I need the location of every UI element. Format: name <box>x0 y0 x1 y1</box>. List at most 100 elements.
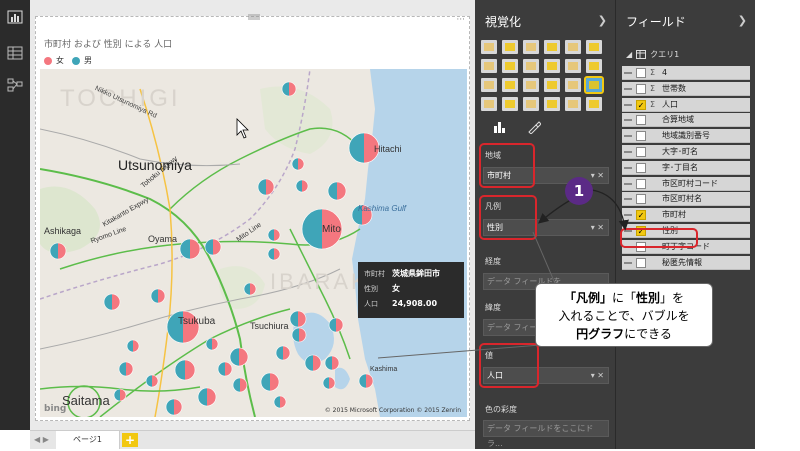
drag-grip-icon[interactable] <box>624 87 632 90</box>
stacked-column-visual-icon[interactable] <box>502 40 518 54</box>
pie-bubble[interactable] <box>49 242 67 260</box>
clustered-bar-visual-icon[interactable] <box>523 40 539 54</box>
pie-bubble[interactable] <box>174 359 196 381</box>
pie-bubble[interactable] <box>179 238 201 260</box>
map-visual-icon[interactable] <box>584 76 604 94</box>
remove-field-icon[interactable]: ▾ ✕ <box>591 220 604 235</box>
pie-bubble[interactable] <box>324 355 340 371</box>
drag-grip-icon[interactable] <box>624 119 632 122</box>
page-nav-arrows-icon[interactable]: ◀ ▶ <box>34 435 49 444</box>
pie-bubble[interactable] <box>243 282 257 296</box>
remove-field-icon[interactable]: ▾ ✕ <box>591 168 604 183</box>
drag-grip-icon[interactable] <box>624 198 632 201</box>
pie-bubble[interactable] <box>205 337 219 351</box>
field-checkbox[interactable] <box>636 194 646 205</box>
table-visual-icon[interactable] <box>565 97 581 111</box>
field-checkbox[interactable] <box>636 115 646 126</box>
map-visual[interactable]: ··· 市町村 および 性別 による 人口 女 男 TOCHIGI Nikko … <box>35 14 470 421</box>
field-checkbox[interactable] <box>636 257 646 268</box>
field-item[interactable]: ✓ 市町村 <box>622 208 750 223</box>
pie-bubble[interactable] <box>358 373 374 389</box>
multi-card-visual-icon[interactable] <box>544 97 560 111</box>
pie-bubble[interactable] <box>113 388 127 402</box>
pie-visual-icon[interactable] <box>523 78 539 92</box>
pie-bubble[interactable] <box>295 179 309 193</box>
pie-bubble[interactable] <box>289 310 307 328</box>
pie-bubble[interactable] <box>267 228 281 242</box>
field-item[interactable]: 字･丁目名 <box>622 160 750 175</box>
field-item[interactable]: 市区町村名 <box>622 192 750 207</box>
pie-bubble[interactable] <box>273 395 287 409</box>
pie-bubble[interactable] <box>260 372 280 392</box>
drag-grip-icon[interactable] <box>624 261 632 264</box>
field-checkbox[interactable] <box>636 178 646 189</box>
pie-bubble[interactable] <box>217 361 233 377</box>
pie-bubble[interactable] <box>328 317 344 333</box>
line-visual-icon[interactable] <box>481 59 497 73</box>
pie-bubble[interactable] <box>126 339 140 353</box>
expand-triangle-icon[interactable]: ◢ <box>626 50 632 59</box>
stacked-area-visual-icon[interactable] <box>523 59 539 73</box>
pie-bubble[interactable] <box>150 288 166 304</box>
pie-bubble[interactable] <box>145 374 159 388</box>
funnel-visual-icon[interactable] <box>481 97 497 111</box>
field-checkbox[interactable] <box>636 147 646 157</box>
treemap-visual-icon[interactable] <box>565 78 581 92</box>
pie-bubble[interactable] <box>204 238 222 256</box>
area-visual-icon[interactable] <box>502 59 518 73</box>
100pct-column-visual-icon[interactable] <box>586 40 602 54</box>
pie-bubble[interactable] <box>304 354 322 372</box>
collapse-chevron-icon[interactable]: ❯ <box>598 14 607 27</box>
card-visual-icon[interactable] <box>523 97 539 111</box>
pie-bubble[interactable] <box>281 81 297 97</box>
pie-bubble[interactable] <box>275 345 291 361</box>
waterfall-visual-icon[interactable] <box>481 78 497 92</box>
data-view-icon[interactable] <box>7 46 23 60</box>
more-options-icon[interactable]: ··· <box>456 15 465 25</box>
pie-bubble[interactable] <box>322 376 336 390</box>
field-item[interactable]: ✓ Σ 人口 <box>622 97 750 112</box>
drag-grip-icon[interactable] <box>624 72 632 74</box>
add-page-button[interactable]: + <box>122 433 138 447</box>
stacked-bar-visual-icon[interactable] <box>481 40 497 54</box>
donut-visual-icon[interactable] <box>544 78 560 92</box>
pie-bubble[interactable] <box>257 178 275 196</box>
drag-grip-icon[interactable] <box>624 151 632 153</box>
pie-bubble[interactable] <box>267 247 281 261</box>
field-checkbox[interactable]: ✓ <box>636 99 646 110</box>
drag-grip-icon[interactable] <box>624 214 632 217</box>
report-view-icon[interactable] <box>7 10 23 24</box>
gauge-visual-icon[interactable] <box>502 97 518 111</box>
field-item[interactable]: Σ4 <box>622 66 750 80</box>
ribbon-visual-icon[interactable] <box>586 59 602 73</box>
pie-bubble[interactable] <box>229 347 249 367</box>
100pct-bar-visual-icon[interactable] <box>565 40 581 54</box>
line-column-visual-icon[interactable] <box>544 59 560 73</box>
field-item[interactable]: Σ 世帯数 <box>622 81 750 96</box>
pie-bubble[interactable] <box>118 361 134 377</box>
field-item[interactable]: 秘匿先情報 <box>622 255 750 270</box>
table-header[interactable]: ◢ クエリ1 <box>626 49 679 60</box>
drag-grip-icon[interactable] <box>624 182 632 185</box>
pie-bubble[interactable] <box>197 387 217 407</box>
pie-bubble[interactable] <box>291 157 305 171</box>
pie-bubble[interactable] <box>103 293 121 311</box>
field-checkbox[interactable] <box>636 83 646 94</box>
field-checkbox[interactable] <box>636 68 646 78</box>
drag-handle-icon[interactable] <box>248 14 260 20</box>
pie-bubble[interactable] <box>232 377 248 393</box>
bubble-map[interactable]: TOCHIGI Nikko Utsunomiya Rd Utsunomiya H… <box>40 69 467 417</box>
relationships-view-icon[interactable] <box>7 78 23 92</box>
field-checkbox[interactable] <box>636 162 646 173</box>
fields-tab-icon[interactable] <box>493 120 507 134</box>
field-item[interactable]: 合算地域 <box>622 113 750 128</box>
collapse-chevron-icon[interactable]: ❯ <box>738 14 747 27</box>
field-checkbox[interactable]: ✓ <box>636 210 646 221</box>
remove-field-icon[interactable]: ▾ ✕ <box>591 368 604 383</box>
field-item[interactable]: 市区町村コード <box>622 176 750 191</box>
format-paintbrush-icon[interactable] <box>527 120 541 134</box>
matrix-visual-icon[interactable] <box>586 97 602 111</box>
scatter-visual-icon[interactable] <box>502 78 518 92</box>
field-item[interactable]: 地域識別番号 <box>622 129 750 144</box>
clustered-column-visual-icon[interactable] <box>544 40 560 54</box>
